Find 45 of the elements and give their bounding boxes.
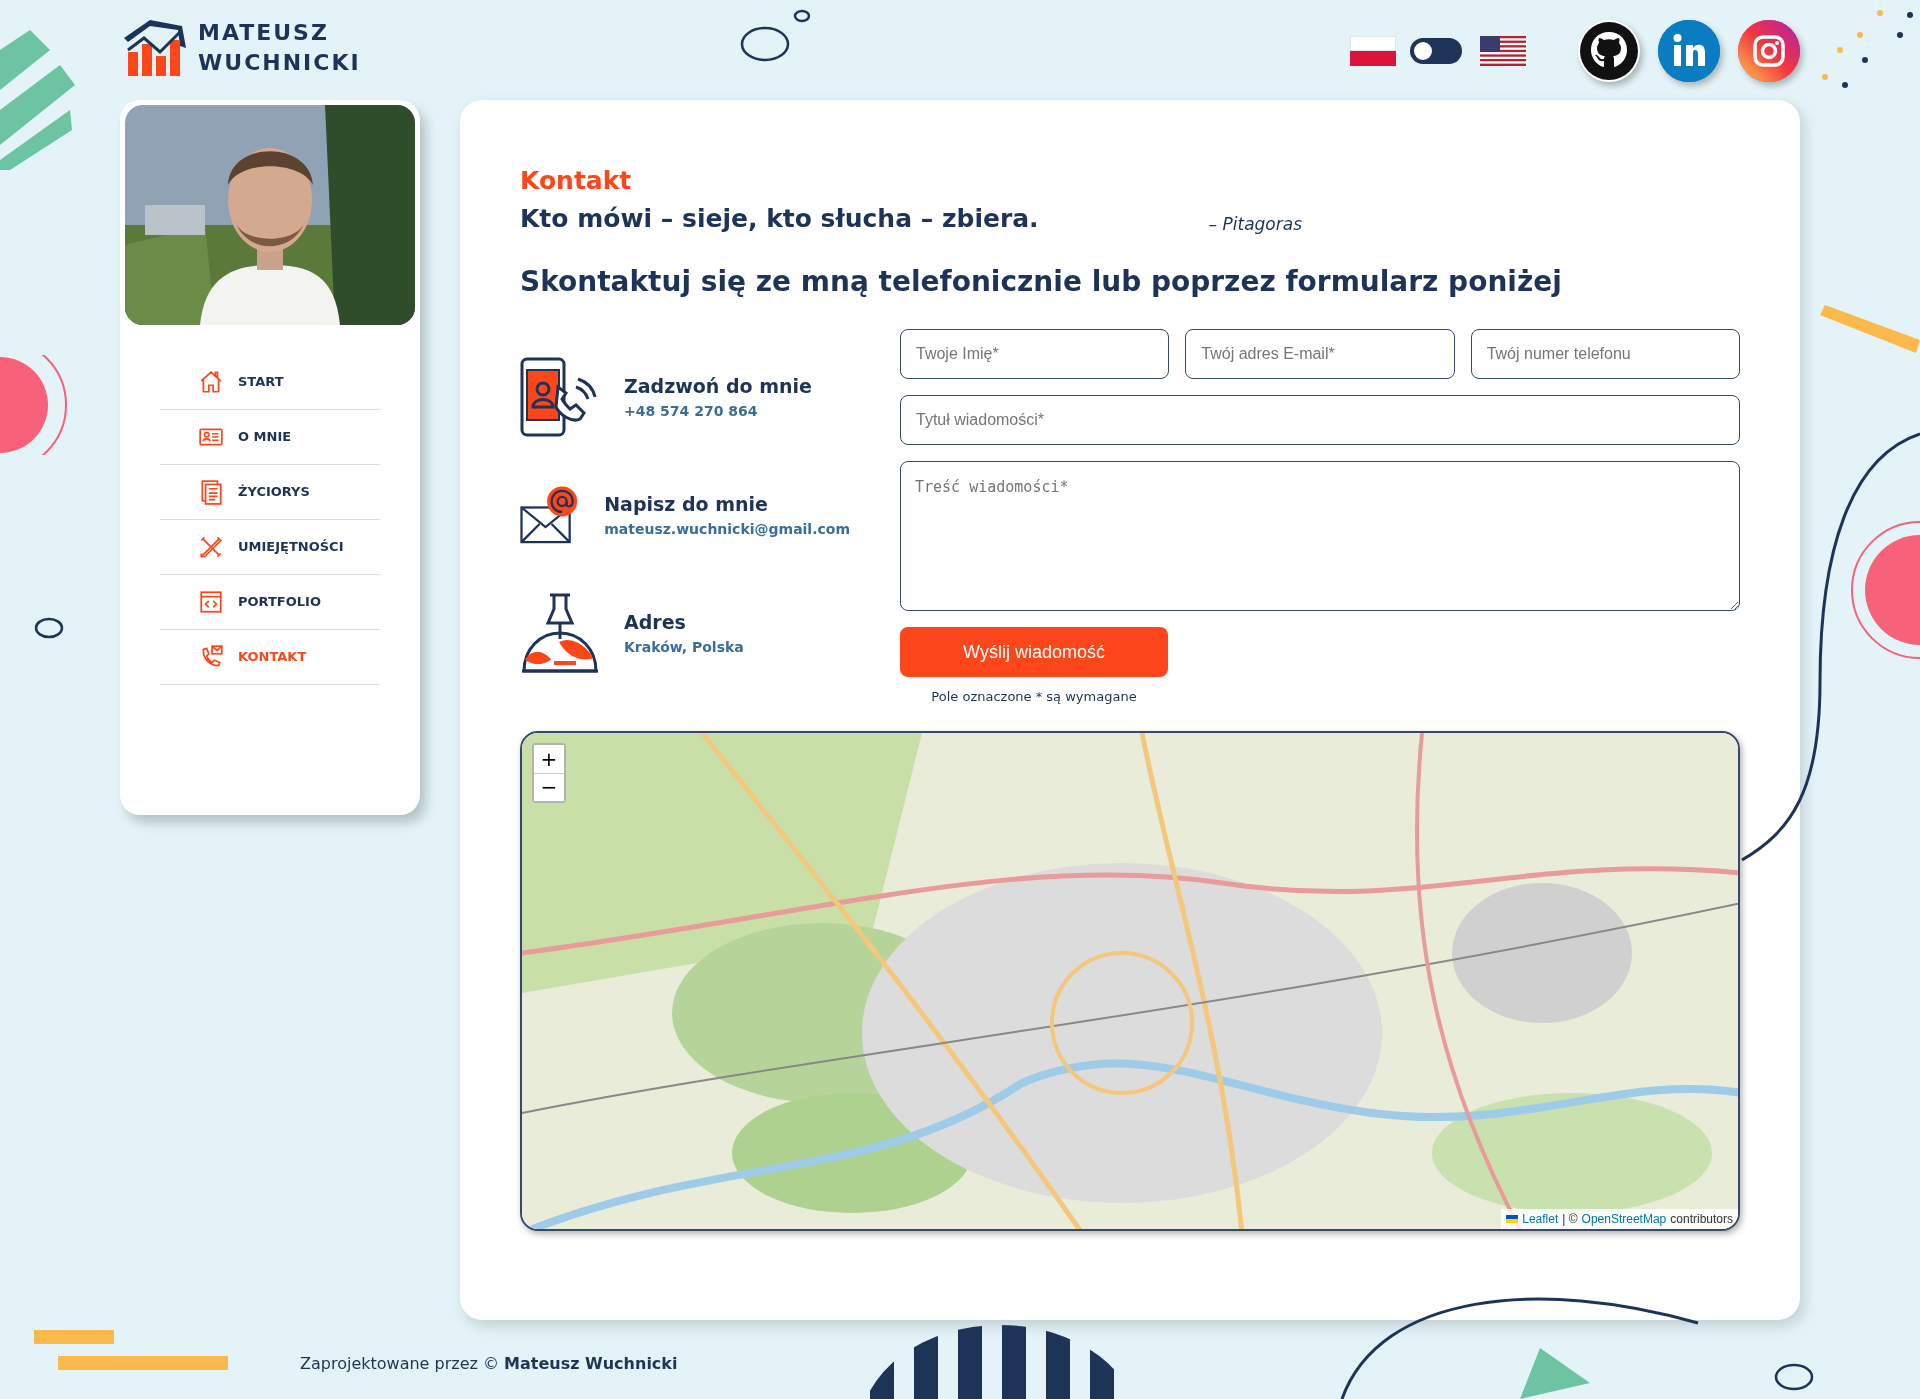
input-field[interactable]: Tytuł wiadomości*: [900, 395, 1740, 445]
nav-link[interactable]: UMIEJĘTNOŚCI: [160, 520, 380, 575]
attribution-text: | ©: [1562, 1210, 1578, 1228]
wrench-pencil-icon: [198, 534, 224, 560]
nav-link[interactable]: ŻYCIORYS: [160, 465, 380, 520]
ukraine-flag-icon: [1506, 1214, 1519, 1223]
github-icon[interactable]: [1578, 20, 1640, 82]
input-field[interactable]: Twoje Imię*: [900, 329, 1170, 379]
openstreetmap-link[interactable]: OpenStreetMap: [1581, 1209, 1667, 1228]
message-field[interactable]: Treść wiadomości*: [900, 461, 1740, 611]
input-field[interactable]: Twój numer telefonu: [1470, 329, 1740, 379]
quote-author: – Pitagoras: [1208, 212, 1303, 236]
nav-link[interactable]: O MNIE: [160, 410, 380, 465]
contact-title: Adres: [624, 610, 687, 636]
instagram-icon[interactable]: [1738, 20, 1800, 82]
contact-value[interactable]: Kraków, Polska: [624, 636, 744, 658]
zoom-out-button[interactable]: −: [534, 772, 564, 801]
oval-decoration-drawing: [34, 617, 64, 639]
section-heading: Skontaktuj się ze mną telefonicznie lub poprzez formularz poniżej: [520, 264, 1563, 300]
contact-title: Zadzwoń do mnie: [624, 374, 812, 400]
house-icon: [198, 369, 224, 395]
nav-link[interactable]: PORTFOLIO: [160, 575, 380, 630]
leaflet-link[interactable]: Leaflet: [1522, 1209, 1559, 1228]
logo-text: MATEUSZ: [198, 19, 330, 48]
document-icon: [198, 479, 224, 505]
code-window-icon: [198, 589, 224, 615]
polish-flag-icon[interactable]: [1350, 36, 1396, 66]
contact-value[interactable]: mateusz.wuchnicki@gmail.com: [604, 518, 850, 540]
attribution-text: contributors: [1670, 1210, 1733, 1228]
contact-value[interactable]: +48 574 270 864: [624, 400, 812, 422]
footer-text: Zaprojektowane przez © Mateusz Wuchnicki: [300, 1353, 678, 1375]
linkedin-icon[interactable]: [1658, 20, 1720, 82]
required-note: Pole oznaczone * są wymagane: [930, 688, 1138, 706]
page-title: Kontakt: [520, 165, 633, 197]
contact-title: Napisz do mnie: [604, 492, 769, 518]
logo-text: WUCHNICKI: [198, 49, 361, 77]
input-field[interactable]: Twój adres E-mail*: [1185, 329, 1455, 379]
quote-text: Kto mówi – sieje, kto słucha – zbiera.: [520, 202, 1039, 235]
triangle-decoration-drawing: [1520, 1348, 1590, 1399]
nav-link[interactable]: START: [160, 355, 380, 410]
oval-decoration-drawing: [1774, 1362, 1814, 1392]
language-toggle[interactable]: [1410, 38, 1462, 64]
us-flag-icon[interactable]: [1480, 36, 1526, 66]
oval-decoration-drawing: [740, 8, 810, 64]
globe-pin-icon: [520, 593, 600, 673]
